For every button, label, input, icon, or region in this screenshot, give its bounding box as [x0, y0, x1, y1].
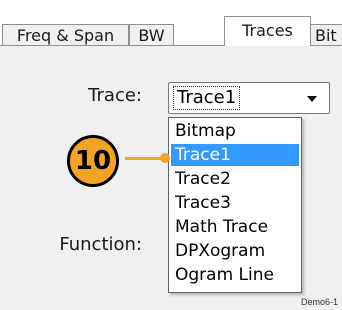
- dropdown-option-dpxogram[interactable]: DPXogram: [171, 240, 299, 262]
- tab-bit[interactable]: Bit: [308, 24, 342, 46]
- tab-strip: Freq & Span BW Bit Traces: [0, 0, 342, 46]
- traces-settings-screenshot: Freq & Span BW Bit Traces Trace: Trace1 …: [0, 0, 342, 310]
- dropdown-option-math-trace[interactable]: Math Trace: [171, 216, 299, 238]
- dropdown-option-trace1[interactable]: Trace1: [171, 144, 299, 166]
- tab-label: BW: [138, 26, 165, 45]
- chevron-down-icon[interactable]: [307, 96, 317, 102]
- tab-label: Freq & Span: [16, 26, 115, 45]
- dropdown-option-trace2[interactable]: Trace2: [171, 168, 299, 190]
- trace-combobox[interactable]: Trace1: [168, 82, 330, 114]
- dropdown-option-ogram-line[interactable]: Ogram Line: [171, 264, 299, 286]
- function-label: Function:: [59, 234, 142, 255]
- dropdown-option-bitmap[interactable]: Bitmap: [171, 120, 299, 142]
- trace-label: Trace:: [88, 85, 142, 106]
- tab-bw[interactable]: BW: [129, 24, 174, 46]
- callout-number-badge: 10: [67, 135, 119, 187]
- callout-leader-line: [125, 157, 165, 160]
- tab-traces[interactable]: Traces: [224, 16, 311, 46]
- dropdown-option-trace3[interactable]: Trace3: [171, 192, 299, 214]
- tab-label: Traces: [242, 21, 293, 40]
- trace-dropdown-list: Bitmap Trace1 Trace2 Trace3 Math Trace DPXogr…: [168, 117, 302, 293]
- tab-label: Bit: [315, 26, 337, 45]
- figure-id-label: Demo6-1: [300, 297, 338, 307]
- tab-freq-span[interactable]: Freq & Span: [2, 24, 129, 46]
- trace-combobox-value: Trace1: [172, 86, 241, 110]
- callout-pointer-dot: [160, 153, 170, 163]
